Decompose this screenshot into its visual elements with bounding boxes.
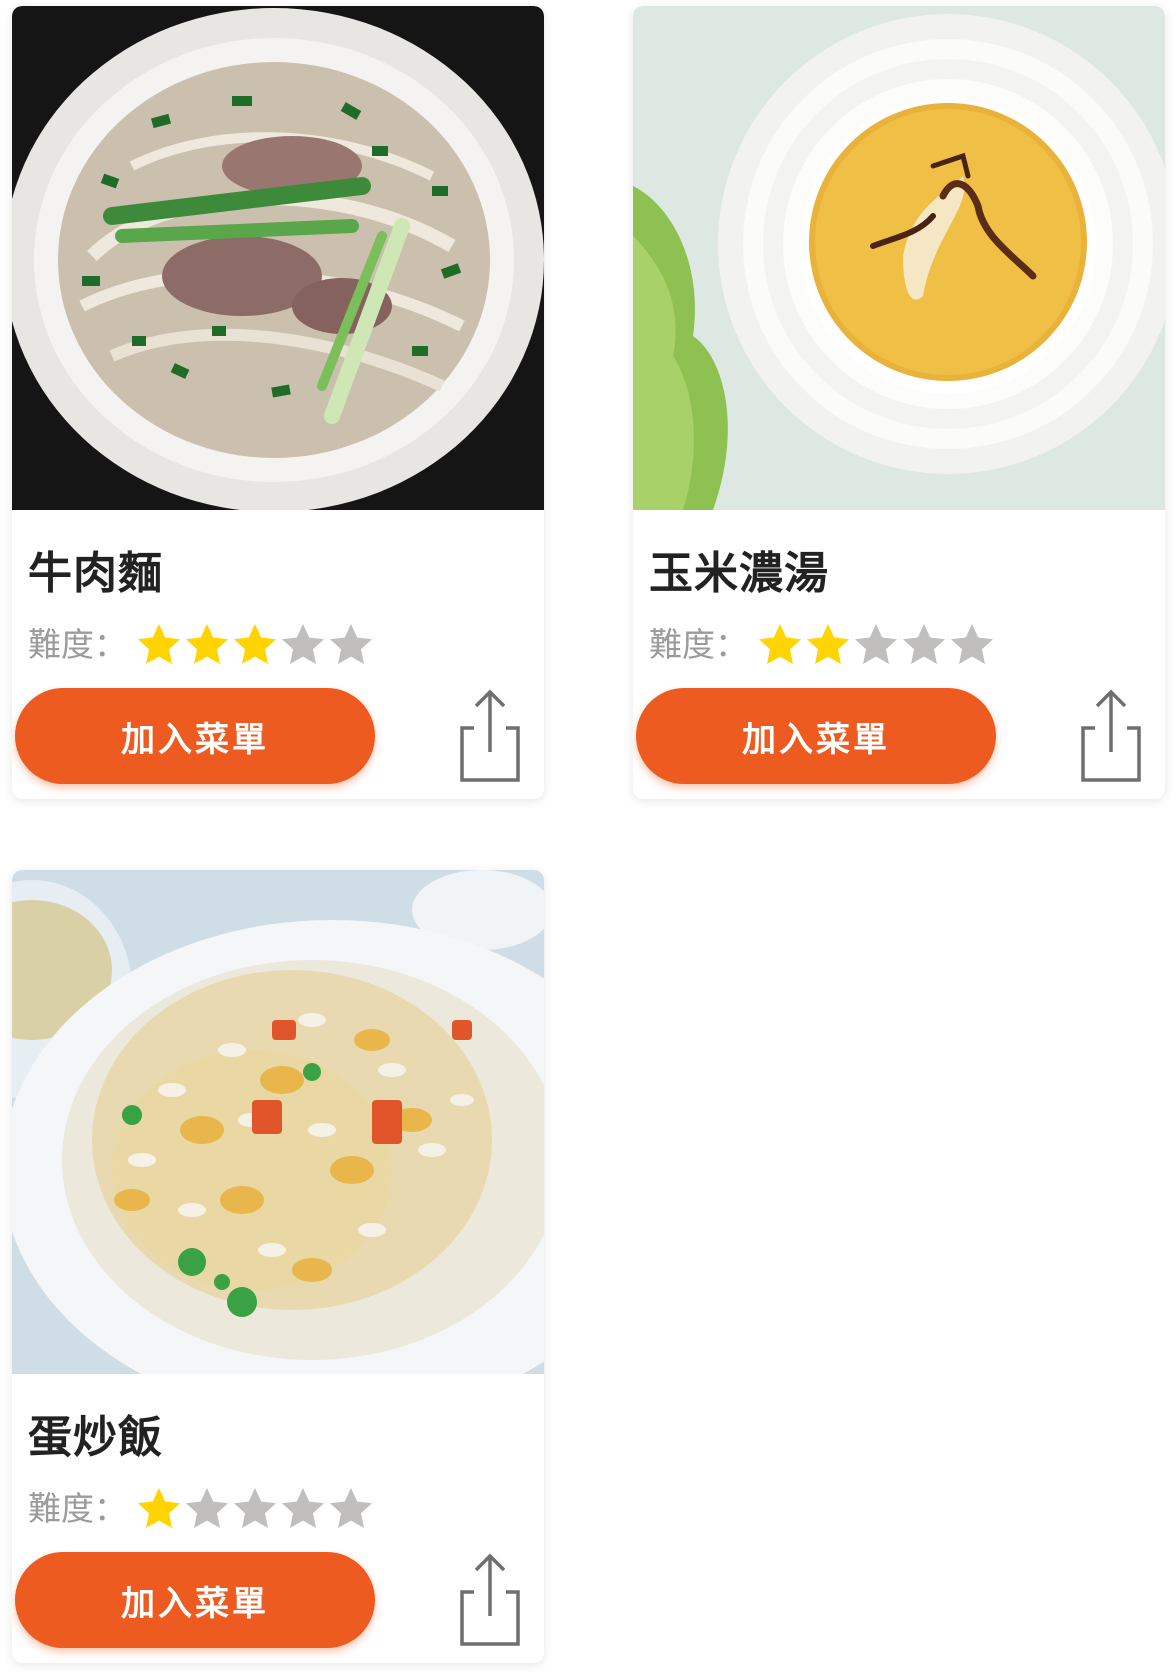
add-to-menu-button[interactable]: 加入菜單 <box>15 688 375 784</box>
difficulty-label: 難度： <box>28 625 127 664</box>
star-filled-icon <box>234 624 276 664</box>
star-filled-icon <box>138 624 180 664</box>
share-icon[interactable] <box>1073 686 1145 782</box>
star-empty-icon <box>855 624 897 664</box>
beef-noodle-soup-photo <box>12 6 544 510</box>
star-empty-icon <box>186 1488 228 1528</box>
star-empty-icon <box>951 624 993 664</box>
star-rating <box>756 621 996 669</box>
recipe-card: 牛肉麵 難度： 加入菜單 <box>12 6 544 799</box>
star-empty-icon <box>234 1488 276 1528</box>
dish-name: 玉米濃湯 <box>649 548 829 599</box>
star-empty-icon <box>282 1488 324 1528</box>
recipe-card: 蛋炒飯 難度： 加入菜單 <box>12 870 544 1663</box>
egg-fried-rice-photo <box>12 870 544 1374</box>
add-to-menu-button[interactable]: 加入菜單 <box>636 688 996 784</box>
difficulty-rating: 難度： <box>649 620 996 670</box>
share-icon[interactable] <box>452 1550 524 1646</box>
star-rating <box>135 1485 375 1533</box>
star-filled-icon <box>759 624 801 664</box>
dish-name: 牛肉麵 <box>28 548 163 599</box>
difficulty-rating: 難度： <box>28 620 375 670</box>
star-rating <box>135 621 375 669</box>
star-filled-icon <box>138 1488 180 1528</box>
dish-name: 蛋炒飯 <box>28 1412 163 1463</box>
recipe-card: 玉米濃湯 難度： 加入菜單 <box>633 6 1165 799</box>
star-filled-icon <box>186 624 228 664</box>
difficulty-label: 難度： <box>28 1489 127 1528</box>
star-empty-icon <box>282 624 324 664</box>
add-to-menu-button[interactable]: 加入菜單 <box>15 1552 375 1648</box>
share-icon[interactable] <box>452 686 524 782</box>
difficulty-rating: 難度： <box>28 1484 375 1534</box>
star-empty-icon <box>330 1488 372 1528</box>
star-empty-icon <box>903 624 945 664</box>
corn-soup-photo <box>633 6 1165 510</box>
star-filled-icon <box>807 624 849 664</box>
star-empty-icon <box>330 624 372 664</box>
difficulty-label: 難度： <box>649 625 748 664</box>
